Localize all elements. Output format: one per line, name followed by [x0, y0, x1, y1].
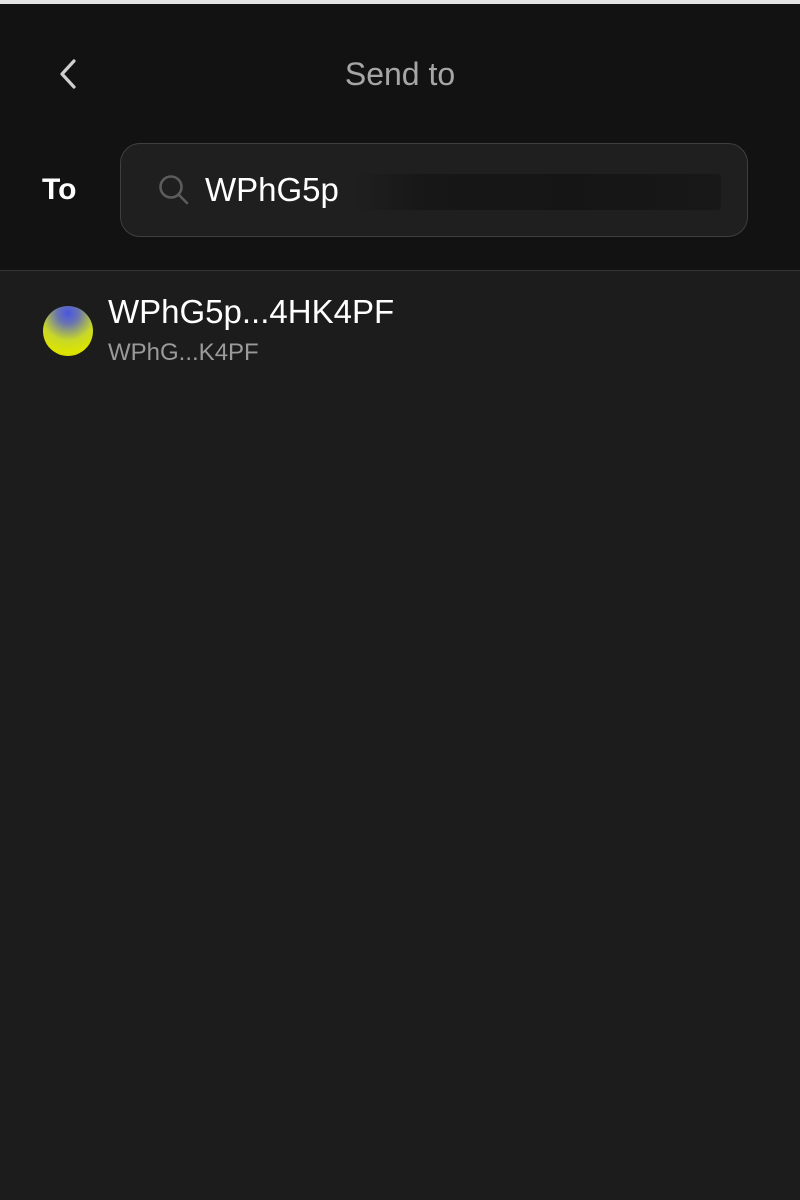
result-short-address: WPhG...K4PF: [108, 339, 259, 366]
search-result-item[interactable]: WPhG5p...4HK4PF WPhG...K4PF: [0, 272, 800, 392]
redacted-address-region: [353, 174, 721, 210]
recipient-search-input[interactable]: [205, 168, 365, 212]
to-label: To: [42, 173, 77, 206]
search-icon: [159, 175, 189, 205]
page-title: Send to: [344, 56, 456, 92]
header-divider: [0, 270, 800, 271]
header: Send to To: [0, 4, 800, 270]
result-address: WPhG5p...4HK4PF: [108, 293, 395, 330]
recipient-search-box[interactable]: [120, 143, 748, 237]
wallet-avatar: [43, 306, 93, 356]
